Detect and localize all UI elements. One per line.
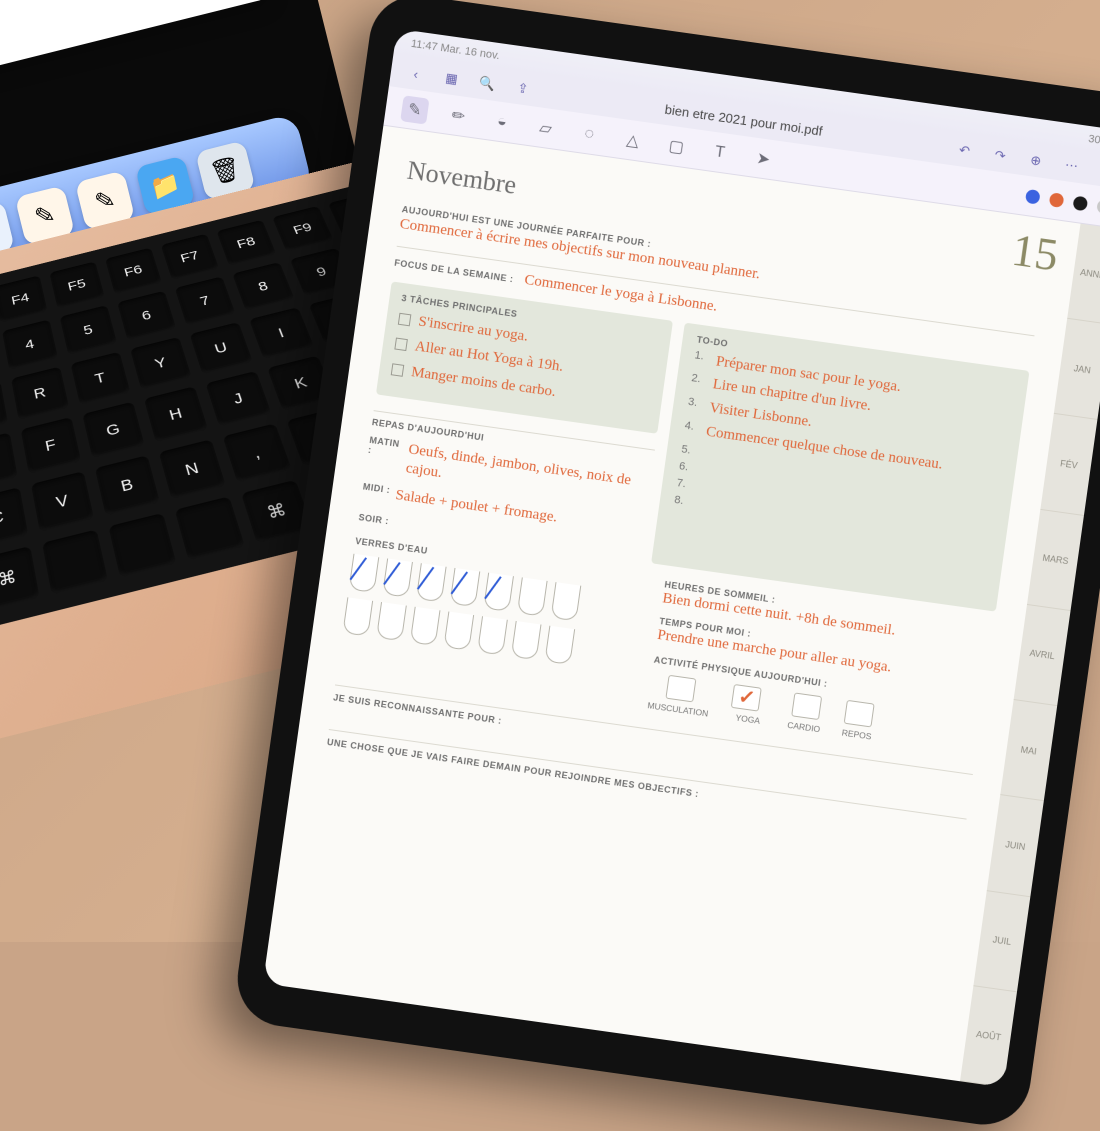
water-glass[interactable]	[410, 607, 441, 646]
water-glass[interactable]	[551, 582, 582, 621]
focus-label: FOCUS DE LA SEMAINE :	[394, 257, 514, 284]
checkbox-icon[interactable]	[398, 312, 412, 326]
keyboard-key: G	[82, 402, 144, 459]
pencil-tool-icon[interactable]: ✏	[444, 101, 473, 130]
meal-soir-label: SOIR :	[358, 512, 390, 526]
keyboard-key: Y	[130, 337, 192, 390]
pen-tool-icon[interactable]: ✎	[400, 95, 429, 124]
keyboard-key: H	[144, 386, 208, 442]
keyboard-key: F4	[0, 275, 47, 323]
water-glass[interactable]	[477, 616, 508, 655]
color-swatch[interactable]	[1049, 192, 1065, 208]
more-icon[interactable]: ⋯	[1059, 153, 1084, 178]
water-glass[interactable]	[517, 577, 548, 616]
grid-icon[interactable]: ▦	[439, 66, 464, 91]
keyboard-key: 4	[2, 319, 58, 370]
color-swatch[interactable]	[1096, 198, 1100, 214]
keyboard-key	[175, 496, 245, 560]
activity-option[interactable]: CARDIO	[787, 692, 825, 734]
color-swatch[interactable]	[1025, 188, 1041, 204]
water-glass[interactable]	[416, 563, 447, 602]
activity-checkbox[interactable]	[791, 692, 822, 720]
keyboard-key: ⌘	[0, 546, 40, 612]
keyboard-key: D	[0, 432, 18, 490]
keyboard-key: B	[95, 455, 160, 516]
keyboard-key: J	[205, 371, 271, 427]
meal-midi-label: MIDI :	[361, 482, 391, 504]
meal-matin-label: MATIN :	[365, 435, 404, 477]
keyboard-key: I	[249, 307, 314, 359]
water-glass[interactable]	[483, 573, 514, 612]
pinterest-panel: Mood 13 éléments Travel / Pinterest 13 é…	[0, 0, 271, 128]
keyboard-key: ,	[223, 423, 292, 483]
water-glass[interactable]	[376, 602, 407, 641]
highlighter-tool-icon[interactable]: ▱	[531, 113, 560, 142]
water-glass[interactable]	[382, 558, 413, 597]
keyboard-key: 7	[175, 276, 236, 325]
water-glass[interactable]	[449, 568, 480, 607]
water-glass[interactable]	[348, 554, 379, 593]
keyboard-key: 5	[60, 305, 118, 355]
planner-page[interactable]: 15 Novembre AUJOURD'HUI EST UNE JOURNÉE …	[263, 126, 1081, 1082]
color-swatch[interactable]	[1072, 195, 1088, 211]
keyboard-key: F9	[272, 206, 333, 252]
image-tool-icon[interactable]: ▢	[662, 132, 691, 161]
share-icon[interactable]: ⇪	[510, 76, 535, 101]
activity-checkbox[interactable]	[731, 684, 762, 712]
activity-option[interactable]: YOGA	[729, 684, 770, 727]
keyboard-key: N	[159, 439, 226, 499]
pointer-tool-icon[interactable]: ➤	[749, 144, 778, 173]
keyboard-key: T	[71, 352, 131, 405]
keyboard-key: U	[190, 322, 253, 374]
back-icon[interactable]: ‹	[403, 61, 428, 86]
undo-icon[interactable]: ↶	[952, 138, 977, 163]
activity-checkbox[interactable]	[665, 674, 696, 702]
keyboard-key: 6	[117, 291, 176, 341]
activity-name: YOGA	[735, 712, 761, 725]
lasso-tool-icon[interactable]: ◌	[575, 119, 604, 148]
shapes-tool-icon[interactable]: △	[618, 125, 647, 154]
keyboard-key: F5	[49, 261, 104, 308]
text-tool-icon[interactable]: T	[705, 138, 734, 167]
keyboard-key: C	[0, 487, 28, 549]
close-icon[interactable]: ✕	[1095, 158, 1100, 183]
keyboard-key: E	[0, 381, 8, 435]
pinterest-board-row[interactable]: Travel / Pinterest 13 éléments	[0, 0, 234, 24]
activity-option[interactable]: MUSCULATION	[647, 672, 713, 718]
add-icon[interactable]: ⊕	[1023, 148, 1048, 173]
status-battery: 30 % ▪	[1088, 133, 1100, 149]
water-glass[interactable]	[443, 611, 474, 650]
water-glass[interactable]	[544, 626, 575, 665]
activity-name: CARDIO	[787, 719, 821, 734]
water-glass[interactable]	[511, 621, 542, 660]
activity-name: REPOS	[841, 727, 872, 741]
keyboard-key: F7	[161, 234, 219, 281]
keyboard-key: 8	[232, 262, 294, 311]
eraser-tool-icon[interactable]: ◒	[487, 107, 516, 136]
keyboard-key: F6	[105, 248, 162, 295]
redo-icon[interactable]: ↷	[988, 143, 1013, 168]
meal-soir-text	[394, 517, 395, 527]
grateful-label: JE SUIS RECONNAISSANTE POUR :	[333, 692, 503, 726]
water-glass[interactable]	[342, 597, 373, 636]
ipad: 11:47 Mar. 16 nov. 30 % ▪ ‹ ▦ 🔍 ⇪ bien e…	[232, 0, 1100, 1131]
activity-checkbox[interactable]	[844, 699, 875, 727]
activity-name: MUSCULATION	[647, 700, 709, 718]
activity-option[interactable]: REPOS	[841, 699, 876, 741]
keyboard-key	[108, 513, 176, 578]
keyboard-key: F	[21, 417, 82, 474]
keyboard-key: F8	[216, 220, 276, 266]
checkbox-icon[interactable]	[391, 363, 405, 377]
keyboard-key: V	[31, 471, 94, 532]
checkbox-icon[interactable]	[394, 338, 408, 352]
day-number: 15	[1009, 223, 1062, 282]
search-icon[interactable]: 🔍	[475, 71, 500, 96]
keyboard-key: R	[11, 367, 69, 421]
keyboard-key	[42, 529, 108, 594]
